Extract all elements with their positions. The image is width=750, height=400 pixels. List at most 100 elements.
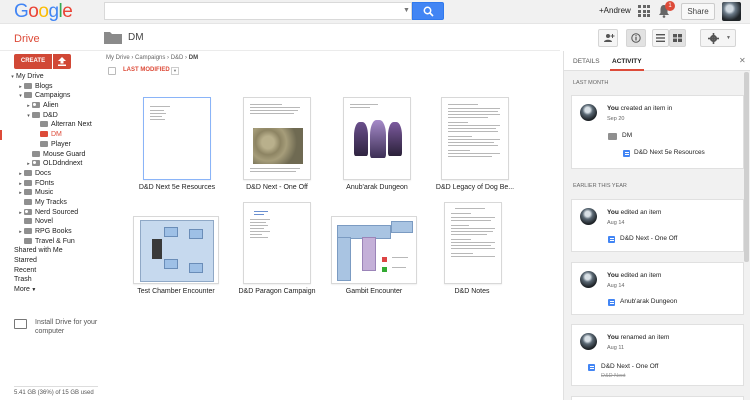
sidebar-item[interactable]: ▸ Music [0,188,100,198]
account-avatar[interactable] [722,2,741,21]
sidebar-item[interactable]: More ▼ [0,285,100,295]
search-button[interactable] [412,2,444,20]
search-input[interactable] [104,2,412,20]
apps-grid-icon[interactable] [638,5,650,17]
folder-icon [40,131,48,138]
section-label: EARLIER THIS YEAR [573,183,627,189]
settings-button[interactable]: ▼ [700,29,736,47]
sidebar-item[interactable]: ▸ Docs [0,169,100,179]
sidebar-item[interactable]: Mouse Guard [0,150,100,160]
folder-icon [32,150,40,157]
activity-card[interactable]: You renamed an item Aug 11 D&D Next - On… [571,324,744,386]
activity-folder-link[interactable]: DM [622,132,632,139]
breadcrumb-item[interactable]: DM [189,55,198,61]
activity-card[interactable]: You edited an item Aug 14 Anub'arak Dung… [571,262,744,315]
sidebar-item-label: More [14,286,30,294]
current-folder-title[interactable]: DM [128,32,144,43]
file-name[interactable]: D&D Paragon Campaign [230,288,324,295]
folder-icon [24,189,32,196]
breadcrumb-item[interactable]: D&D [171,55,184,61]
activity-panel: DETAILS ACTIVITY ✕ LAST MONTH You create… [563,51,750,400]
sidebar-nav: ▾ My Drive ▸ Blogs ▾ Campaigns ▸ Alien ▾ D&D Alter… [0,72,100,295]
gear-icon [708,33,719,44]
sidebar-item[interactable]: My Tracks [0,198,100,208]
activity-item-link[interactable]: D&D Next - One Off [601,363,658,370]
sidebar-item[interactable]: ▸ OLDdndnext [0,159,100,169]
computer-icon [14,319,27,329]
sidebar-item-label: Nerd Sourced [35,208,79,216]
select-all-checkbox[interactable] [108,67,116,75]
sidebar-item[interactable]: ▾ My Drive [0,72,100,82]
sidebar-item[interactable]: ▸ FOnts [0,179,100,189]
file-name[interactable]: D&D Next - One Off [230,184,324,191]
activity-card[interactable] [571,396,744,400]
file-name[interactable]: D&D Next 5e Resources [130,184,224,191]
activity-date: Aug 14 [607,220,625,226]
google-logo[interactable]: Google [14,1,73,23]
activity-card[interactable]: You created an item in Sep 20 DM D&D Nex… [571,95,744,169]
file-name[interactable]: Anub'arak Dungeon [330,184,424,191]
sidebar-item[interactable]: ▸ Nerd Sourced [0,208,100,218]
sidebar-item[interactable]: Novel [0,217,100,227]
panel-scrollbar[interactable] [744,72,749,262]
sidebar-item[interactable]: ▾ D&D [0,111,100,121]
activity-action: You renamed an item [607,334,670,341]
tab-details[interactable]: DETAILS [573,58,600,65]
file-name[interactable]: Gambit Encounter [327,288,421,295]
file-thumbnail[interactable] [444,202,502,284]
sidebar-item[interactable]: Starred [0,256,100,266]
activity-action: You edited an item [607,209,662,216]
shared-folder-icon [32,160,40,167]
sidebar-item[interactable]: Recent [0,266,100,276]
file-thumbnail[interactable] [343,97,411,180]
sort-chevron-down-icon[interactable]: ▼ [171,67,179,75]
sidebar-item[interactable]: DM [0,130,100,140]
sidebar-item[interactable]: Shared with Me [0,246,100,256]
activity-item-link[interactable]: D&D Next - One Off [620,235,677,242]
activity-item-link[interactable]: D&D Next 5e Resources [634,149,705,156]
tab-activity[interactable]: ACTIVITY [612,58,642,65]
breadcrumb: My Drive › Campaigns › D&D › DM [106,55,198,61]
drive-app-label[interactable]: Drive [14,33,40,45]
user-name-link[interactable]: +Andrew [599,6,631,15]
activity-card[interactable]: You edited an item Aug 14 D&D Next - One… [571,199,744,252]
sidebar-item[interactable]: Travel & Fun [0,237,100,247]
install-drive-link[interactable]: Install Drive for your computer [35,318,105,336]
sort-by-label[interactable]: LAST MODIFIED [123,67,170,73]
close-icon[interactable]: ✕ [739,56,746,65]
file-thumbnail[interactable] [243,202,311,284]
file-name[interactable]: Test Chamber Encounter [126,288,226,295]
sidebar-item[interactable]: ▾ Campaigns [0,91,100,101]
breadcrumb-item[interactable]: My Drive [106,55,130,61]
activity-action: You created an item in [607,105,673,112]
share-button[interactable]: Share [681,3,715,20]
upload-button[interactable] [53,54,71,69]
folder-icon [24,218,32,225]
sidebar-item[interactable]: Alterran Next [0,120,100,130]
details-toggle-button[interactable] [626,29,646,47]
sidebar-item[interactable]: ▸ Blogs [0,82,100,92]
share-folder-button[interactable] [598,29,618,47]
file-name[interactable]: D&D Legacy of Dog Be... [425,184,525,191]
file-thumbnail[interactable] [331,216,417,284]
file-thumbnail[interactable] [243,97,311,180]
file-thumbnail[interactable] [133,216,219,284]
active-tab-indicator [610,69,644,71]
activity-item-link[interactable]: Anub'arak Dungeon [620,298,677,305]
folder-icon [40,121,48,128]
sidebar-item[interactable]: Player [0,140,100,150]
create-button[interactable]: CREATE [14,54,52,69]
sidebar-item[interactable]: Trash [0,275,100,285]
panel-tabs: DETAILS ACTIVITY ✕ [564,51,750,71]
sidebar-item[interactable]: ▸ Alien [0,101,100,111]
file-name[interactable]: D&D Notes [425,288,519,295]
grid-view-button[interactable] [669,29,686,47]
list-view-button[interactable] [652,29,669,47]
folder-icon [24,179,32,186]
file-thumbnail[interactable] [441,97,509,180]
sidebar-item[interactable]: ▸ RPG Books [0,227,100,237]
notification-count-badge[interactable]: 1 [665,1,675,11]
breadcrumb-item[interactable]: Campaigns [135,55,165,61]
sidebar-item-label: Starred [14,257,37,265]
file-thumbnail[interactable] [143,97,211,180]
